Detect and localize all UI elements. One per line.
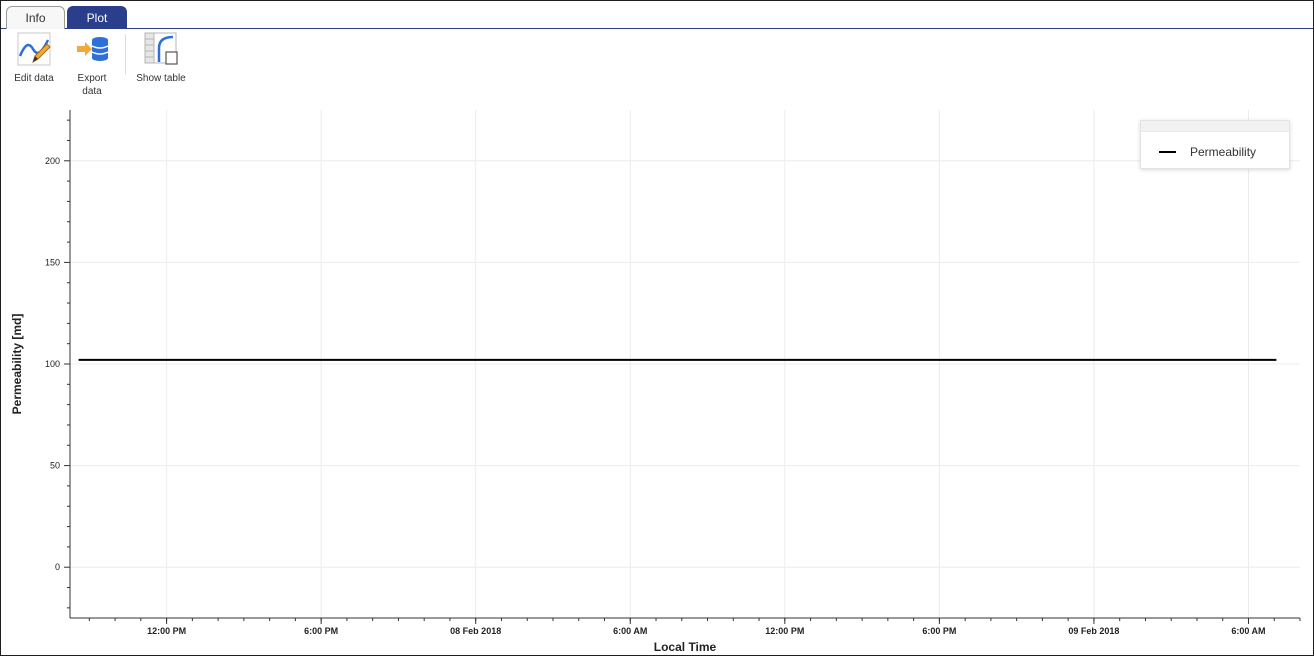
legend-header [1141,121,1289,132]
y-tick-label: 100 [45,359,60,369]
x-tick-label: 12:00 PM [147,626,186,636]
x-tick-label: 12:00 PM [765,626,804,636]
show-table-icon [144,32,178,65]
toolbar-separator [125,34,126,74]
tab-info[interactable]: Info [6,6,65,29]
show-table-label: Show table [136,73,186,84]
tab-plot[interactable]: Plot [67,6,127,29]
legend-entry-permeability[interactable]: Permeability [1159,145,1256,159]
y-tick-label: 200 [45,156,60,166]
x-tick-label: 6:00 AM [613,626,647,636]
tab-bar: Info Plot [1,1,1313,29]
chart-legend: Permeability [1140,120,1290,169]
y-tick-label: 0 [55,562,60,572]
legend-swatch [1159,151,1176,153]
edit-data-button[interactable]: Edit data [10,32,58,85]
export-data-label-line1: Export [77,73,107,84]
legend-label: Permeability [1190,145,1257,159]
export-data-icon [77,37,109,61]
permeability-chart[interactable]: 0 50 100 150 200 12:00 PM 6:00 PM 08 Feb 2018 6:… [0,100,1314,656]
edit-data-label: Edit data [14,73,54,84]
plot-area: 0 50 100 150 200 12:00 PM 6:00 PM 08 Feb 2018 6:… [0,100,1314,656]
y-axis-title: Permeability [md] [10,314,24,415]
edit-data-icon [17,32,51,66]
export-data-button[interactable]: Export data [71,32,113,98]
x-axis-title: Local Time [654,640,717,654]
plot-toolbar: Edit data Export data Show table [1,30,1313,102]
x-tick-label: 09 Feb 2018 [1068,626,1119,636]
x-tick-label: 6:00 AM [1231,626,1265,636]
x-tick-label: 6:00 PM [922,626,956,636]
x-tick-label: 6:00 PM [304,626,338,636]
export-data-label-line2: data [82,86,102,97]
x-tick-label: 08 Feb 2018 [450,626,501,636]
y-tick-label: 50 [50,461,60,471]
show-table-button[interactable]: Show table [131,32,191,85]
y-tick-label: 150 [45,257,60,267]
